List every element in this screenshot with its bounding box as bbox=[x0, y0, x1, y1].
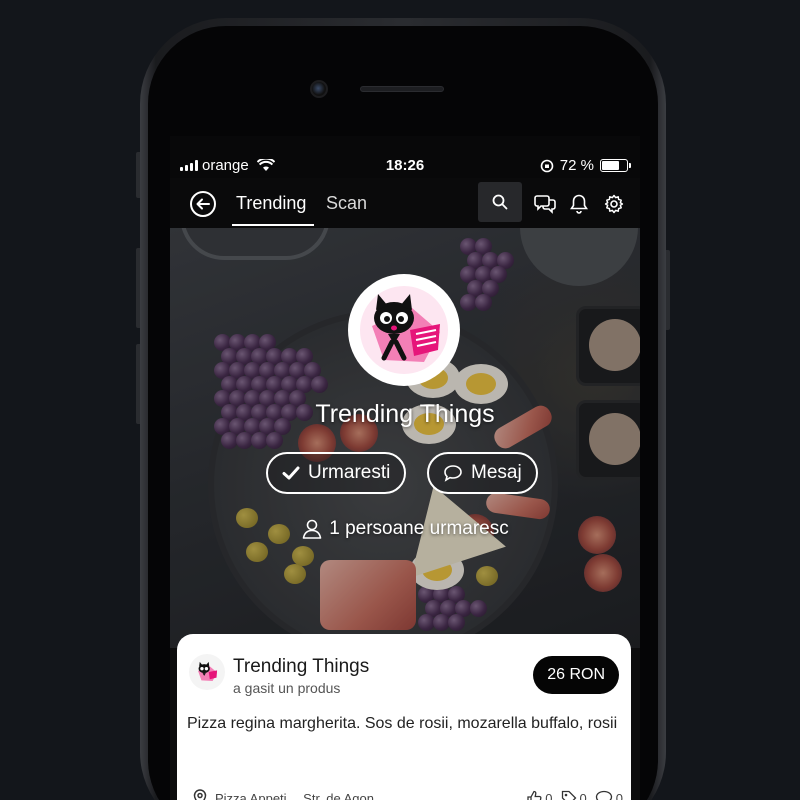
post-card[interactable]: Trending Things a gasit un produs 26 RON… bbox=[177, 634, 631, 800]
status-bar: orange 18:26 72 % bbox=[170, 136, 640, 178]
back-button[interactable] bbox=[190, 191, 216, 217]
following-button[interactable]: Urmaresti bbox=[266, 452, 407, 494]
active-tab-indicator bbox=[232, 224, 314, 226]
tag-button[interactable]: 0 bbox=[561, 790, 587, 800]
profile-cover: Trending Things Urmaresti Mesaj 1 persoa… bbox=[170, 228, 640, 648]
comment-count: 0 bbox=[615, 790, 623, 800]
followers-count[interactable]: 1 persoane urmaresc bbox=[170, 518, 640, 540]
following-label: Urmaresti bbox=[308, 462, 391, 483]
message-button[interactable]: Mesaj bbox=[427, 452, 538, 494]
front-camera bbox=[310, 80, 328, 98]
messages-button[interactable] bbox=[531, 190, 559, 218]
thumbs-up-icon bbox=[527, 790, 542, 800]
search-button[interactable] bbox=[478, 182, 522, 222]
profile-name: Trending Things bbox=[315, 400, 495, 428]
post-location[interactable]: Pizza Appeti… Str. de Agon… bbox=[215, 791, 518, 800]
tag-count: 0 bbox=[579, 790, 587, 800]
post-description: Pizza regina margherita. Sos de rosii, m… bbox=[187, 715, 618, 732]
settings-button[interactable] bbox=[600, 190, 628, 218]
bell-icon bbox=[570, 194, 588, 214]
post-author-avatar[interactable] bbox=[189, 654, 225, 690]
tab-trending[interactable]: Trending bbox=[236, 193, 306, 214]
back-icon bbox=[196, 198, 210, 210]
followers-text: 1 persoane urmaresc bbox=[329, 518, 509, 539]
gear-icon bbox=[604, 194, 624, 214]
checkmark-icon bbox=[282, 466, 300, 480]
location-pin-icon bbox=[193, 789, 207, 800]
like-count: 0 bbox=[545, 790, 553, 800]
profile-avatar[interactable] bbox=[348, 274, 460, 386]
earpiece-speaker bbox=[360, 86, 444, 92]
post-action-text: a gasit un produs bbox=[233, 680, 341, 696]
tab-scan[interactable]: Scan bbox=[326, 193, 367, 214]
post-author-name[interactable]: Trending Things bbox=[233, 656, 369, 678]
message-label: Mesaj bbox=[471, 462, 522, 483]
top-nav: Trending Scan bbox=[170, 178, 640, 228]
app-screen: orange 18:26 72 % Trending Scan Trending… bbox=[170, 136, 640, 800]
cat-mascot-icon bbox=[360, 286, 448, 374]
battery-icon bbox=[600, 159, 631, 172]
notifications-button[interactable] bbox=[565, 190, 593, 218]
tag-icon bbox=[561, 790, 576, 800]
price-badge: 26 RON bbox=[533, 656, 619, 694]
like-button[interactable]: 0 bbox=[526, 790, 553, 800]
search-icon bbox=[492, 194, 508, 210]
cat-mascot-icon bbox=[198, 661, 218, 681]
rotation-lock-icon bbox=[540, 159, 554, 172]
post-footer: Pizza Appeti… Str. de Agon… 0 0 0 bbox=[193, 786, 623, 800]
user-icon bbox=[302, 519, 322, 539]
chat-icon bbox=[534, 195, 556, 214]
speech-bubble-icon bbox=[444, 465, 462, 482]
comment-button[interactable]: 0 bbox=[595, 790, 623, 800]
battery-percent: 72 % bbox=[559, 157, 594, 174]
comment-icon bbox=[595, 790, 612, 800]
